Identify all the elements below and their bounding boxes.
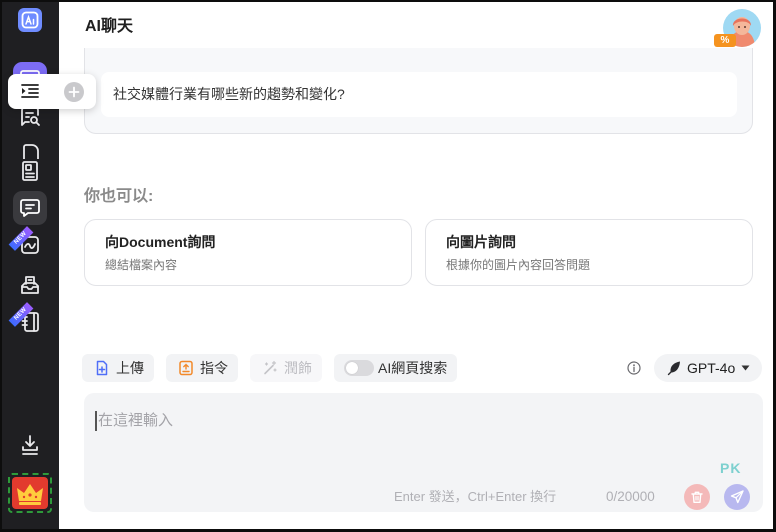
model-selector[interactable]: GPT-4o	[654, 354, 762, 382]
trash-icon	[691, 491, 703, 503]
command-label: 指令	[200, 360, 228, 376]
clear-button[interactable]	[684, 484, 710, 510]
chevron-down-icon	[741, 365, 750, 371]
page-title: AI聊天	[85, 18, 134, 35]
upload-button[interactable]: 上傳	[82, 354, 154, 382]
sidebar-toggle-popover	[8, 74, 96, 109]
inbox-icon	[21, 276, 39, 294]
magic-wand-icon	[264, 360, 277, 375]
upgrade-button[interactable]	[8, 473, 52, 513]
suggestion-subtitle: 根據你的圖片內容回答問題	[446, 258, 591, 272]
chat-icon	[20, 199, 40, 217]
polish-button[interactable]: 潤飾	[250, 354, 322, 382]
collapse-sidebar-button[interactable]	[20, 83, 40, 99]
upload-label: 上傳	[116, 360, 144, 376]
watermark: PK	[720, 460, 742, 476]
suggestion-card-image[interactable]: 向圖片詢問 根據你的圖片內容回答問題	[425, 219, 753, 286]
file-icon	[23, 144, 39, 159]
message-composer: Enter 發送，Ctrl+Enter 換行 0/20000	[84, 393, 763, 512]
message-input[interactable]	[98, 411, 698, 451]
info-button[interactable]	[627, 361, 641, 375]
sidebar-item-chat[interactable]	[13, 191, 47, 225]
sidebar-item-document[interactable]	[19, 160, 41, 182]
app-logo[interactable]	[18, 8, 42, 32]
text-cursor	[95, 411, 97, 431]
character-count: 0/20000	[606, 489, 655, 504]
suggestions-heading: 你也可以:	[84, 188, 154, 205]
model-icon	[667, 361, 680, 376]
suggestion-title: 向Document詢問	[105, 234, 216, 250]
suggestion-subtitle: 總結檔案內容	[105, 258, 178, 272]
conversation-card: 社交媒體行業有哪些新的趨勢和變化?	[84, 48, 753, 134]
document-icon	[22, 161, 38, 181]
indent-menu-icon	[21, 84, 39, 98]
send-icon	[730, 490, 744, 504]
sidebar-item-inbox[interactable]	[19, 274, 41, 296]
chat-main: AI聊天 % 社交媒體行業有哪些新的趨勢和變化? 你也可以: 向Document…	[59, 2, 773, 529]
plus-circle-icon	[64, 82, 84, 102]
sidebar-item-download[interactable]	[19, 434, 41, 456]
user-question[interactable]: 社交媒體行業有哪些新的趨勢和變化?	[101, 72, 737, 117]
send-button[interactable]	[724, 484, 750, 510]
toggle-knob	[346, 362, 358, 374]
web-search-toggle-button[interactable]: AI網頁搜索	[334, 354, 457, 382]
web-search-toggle[interactable]	[344, 360, 374, 376]
polish-label: 潤飾	[284, 360, 312, 376]
upload-file-icon	[96, 360, 108, 376]
sidebar-item-file[interactable]	[19, 143, 41, 159]
crown-icon	[12, 477, 48, 509]
command-button[interactable]: 指令	[166, 354, 238, 382]
command-icon	[179, 360, 193, 376]
shortcut-hint: Enter 發送，Ctrl+Enter 換行	[394, 489, 557, 504]
info-icon	[627, 361, 641, 375]
new-chat-button[interactable]	[64, 82, 84, 102]
model-label: GPT-4o	[687, 360, 736, 376]
app-logo-icon	[18, 8, 42, 32]
download-icon	[22, 435, 38, 455]
suggestion-title: 向圖片詢問	[446, 234, 516, 250]
discount-badge: %	[714, 34, 736, 47]
suggestion-card-document[interactable]: 向Document詢問 總結檔案內容	[84, 219, 412, 286]
web-search-label: AI網頁搜索	[378, 360, 448, 376]
